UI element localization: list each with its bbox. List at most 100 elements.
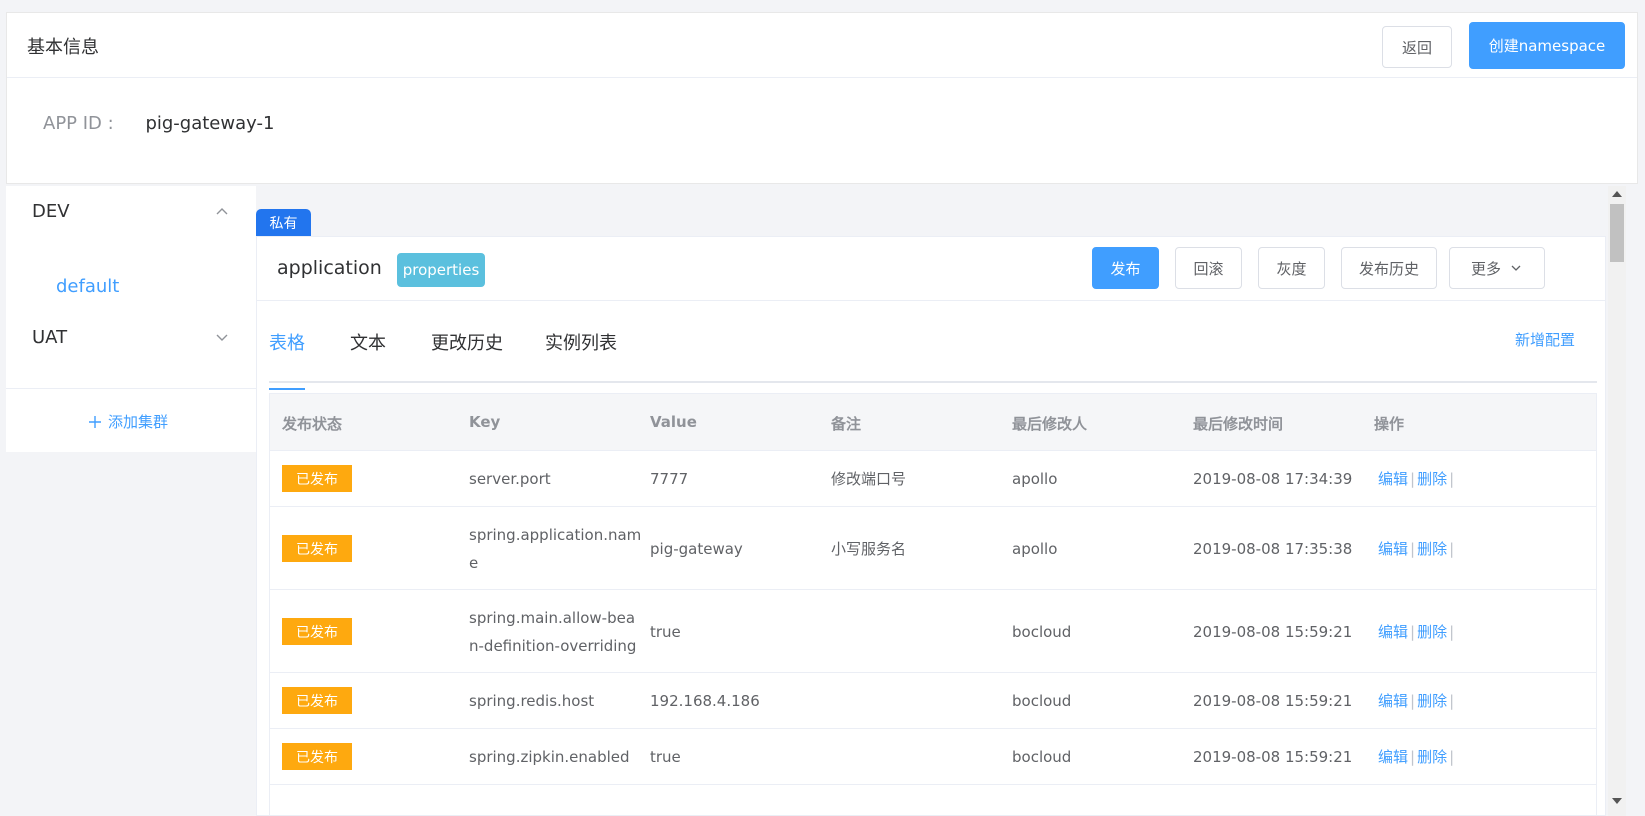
row-actions: 编辑 | 删除 | [1378, 687, 1456, 715]
comment-cell: 修改端口号 [831, 470, 907, 488]
table-row: 已发布 spring.redis.host 192.168.4.186 bocl… [270, 673, 1596, 729]
vertical-scrollbar[interactable] [1608, 186, 1626, 816]
column-header: 操作 [1374, 415, 1405, 433]
tab-text[interactable]: 文本 [350, 329, 386, 355]
time-cell: 2019-08-08 15:59:21 [1193, 692, 1353, 710]
tab-table[interactable]: 表格 [269, 329, 305, 390]
separator: | [1449, 540, 1455, 558]
scroll-up-icon[interactable] [1612, 191, 1622, 197]
key-cell: spring.application.nam e [469, 521, 641, 577]
namespace-main: 私有 application properties 发布 回滚 灰度 发布历史 … [256, 186, 1606, 816]
row-actions: 编辑 | 删除 | [1378, 743, 1456, 771]
namespace-panel: application properties 发布 回滚 灰度 发布历史 更多 … [256, 236, 1606, 816]
publish-history-button[interactable]: 发布历史 [1341, 247, 1437, 289]
config-table: 发布状态 Key Value 备注 最后修改人 最后修改时间 操作 已发布 se… [269, 393, 1597, 816]
delete-link[interactable]: 删除 [1417, 748, 1447, 766]
separator: | [1410, 540, 1416, 558]
status-badge: 已发布 [282, 535, 352, 562]
status-badge: 已发布 [282, 687, 352, 714]
key-line: spring.application.nam [469, 526, 642, 544]
column-header: 发布状态 [282, 415, 343, 433]
value-cell: pig-gateway [650, 540, 743, 558]
time-cell: 2019-08-08 15:59:21 [1193, 623, 1353, 641]
modifier-cell: bocloud [1012, 748, 1072, 766]
app-id-row: APP ID : pig-gateway-1 [43, 113, 274, 134]
edit-link[interactable]: 编辑 [1378, 748, 1408, 766]
column-header: 备注 [831, 415, 862, 433]
key-cell: spring.zipkin.enabled [469, 748, 630, 766]
separator: | [1410, 470, 1416, 488]
delete-link[interactable]: 删除 [1417, 692, 1447, 710]
delete-link[interactable]: 删除 [1417, 540, 1447, 558]
table-row: 已发布 spring.application.nam e pig-gateway… [270, 507, 1596, 590]
active-tab-indicator [269, 388, 305, 390]
modifier-cell: apollo [1012, 540, 1058, 558]
tab-table-label: 表格 [269, 333, 305, 354]
tab-change-history[interactable]: 更改历史 [431, 329, 503, 355]
modifier-cell: apollo [1012, 470, 1058, 488]
delete-link[interactable]: 删除 [1417, 470, 1447, 488]
separator: | [1449, 470, 1455, 488]
basic-info-card: 基本信息 返回 创建namespace APP ID : pig-gateway… [6, 12, 1638, 184]
separator: | [1410, 623, 1416, 641]
plus-icon [89, 415, 101, 428]
column-header: Value [650, 413, 697, 431]
edit-link[interactable]: 编辑 [1378, 623, 1408, 641]
separator: | [1449, 692, 1455, 710]
table-row: 已发布 spring.zipkin.enabled true bocloud 2… [270, 729, 1596, 785]
separator: | [1410, 748, 1416, 766]
more-button[interactable]: 更多 [1449, 247, 1545, 289]
chevron-down-icon [1511, 265, 1521, 271]
edit-link[interactable]: 编辑 [1378, 470, 1408, 488]
more-label: 更多 [1470, 259, 1501, 278]
delete-link[interactable]: 删除 [1417, 623, 1447, 641]
value-cell: 192.168.4.186 [650, 692, 760, 710]
key-cell: server.port [469, 470, 551, 488]
gray-button[interactable]: 灰度 [1258, 247, 1325, 289]
scroll-thumb[interactable] [1610, 204, 1624, 262]
column-header: 最后修改时间 [1193, 415, 1284, 433]
value-cell: true [650, 623, 681, 641]
edit-link[interactable]: 编辑 [1378, 692, 1408, 710]
tab-instance-list[interactable]: 实例列表 [545, 329, 617, 355]
row-actions: 编辑 | 删除 | [1378, 465, 1456, 493]
back-button[interactable]: 返回 [1382, 26, 1452, 68]
sidebar-env-uat[interactable]: UAT [32, 327, 67, 348]
modifier-cell: bocloud [1012, 623, 1072, 641]
separator: | [1449, 748, 1455, 766]
app-id-label: APP ID : [43, 113, 114, 134]
edit-link[interactable]: 编辑 [1378, 540, 1408, 558]
create-namespace-button[interactable]: 创建namespace [1469, 22, 1625, 69]
publish-button[interactable]: 发布 [1092, 247, 1159, 289]
basic-info-header: 基本信息 返回 创建namespace [7, 13, 1637, 78]
table-row: 已发布 spring.main.allow-bea n-definition-o… [270, 590, 1596, 673]
namespace-header: application properties 发布 回滚 灰度 发布历史 更多 [257, 237, 1605, 301]
status-badge: 已发布 [282, 465, 352, 492]
column-header: Key [469, 413, 501, 431]
sidebar-env-dev[interactable]: DEV [32, 201, 70, 222]
namespace-name: application [277, 257, 382, 279]
comment-cell: 小写服务名 [831, 540, 907, 558]
time-cell: 2019-08-08 15:59:21 [1193, 748, 1353, 766]
chevron-down-icon[interactable] [214, 329, 230, 345]
tab-bar: 表格 文本 更改历史 实例列表 [269, 317, 1597, 390]
column-header: 最后修改人 [1012, 415, 1088, 433]
add-config-link[interactable]: 新增配置 [1515, 329, 1575, 350]
scroll-down-icon[interactable] [1612, 798, 1622, 804]
env-cluster-sidebar: DEV default UAT 添加集群 [6, 186, 256, 452]
row-actions: 编辑 | 删除 | [1378, 535, 1456, 563]
add-cluster-button[interactable]: 添加集群 [88, 411, 168, 432]
key-cell: spring.redis.host [469, 692, 595, 710]
sidebar-cluster-default[interactable]: default [56, 276, 119, 297]
chevron-up-icon[interactable] [214, 203, 230, 219]
key-line: e [469, 554, 479, 572]
status-badge: 已发布 [282, 618, 352, 645]
rollback-button[interactable]: 回滚 [1175, 247, 1242, 289]
row-actions: 编辑 | 删除 | [1378, 618, 1456, 646]
time-cell: 2019-08-08 17:34:39 [1193, 470, 1353, 488]
status-badge: 已发布 [282, 743, 352, 770]
page-title: 基本信息 [27, 37, 99, 58]
value-cell: true [650, 748, 681, 766]
key-cell: spring.main.allow-bea n-definition-overr… [469, 604, 636, 660]
time-cell: 2019-08-08 17:35:38 [1193, 540, 1353, 558]
